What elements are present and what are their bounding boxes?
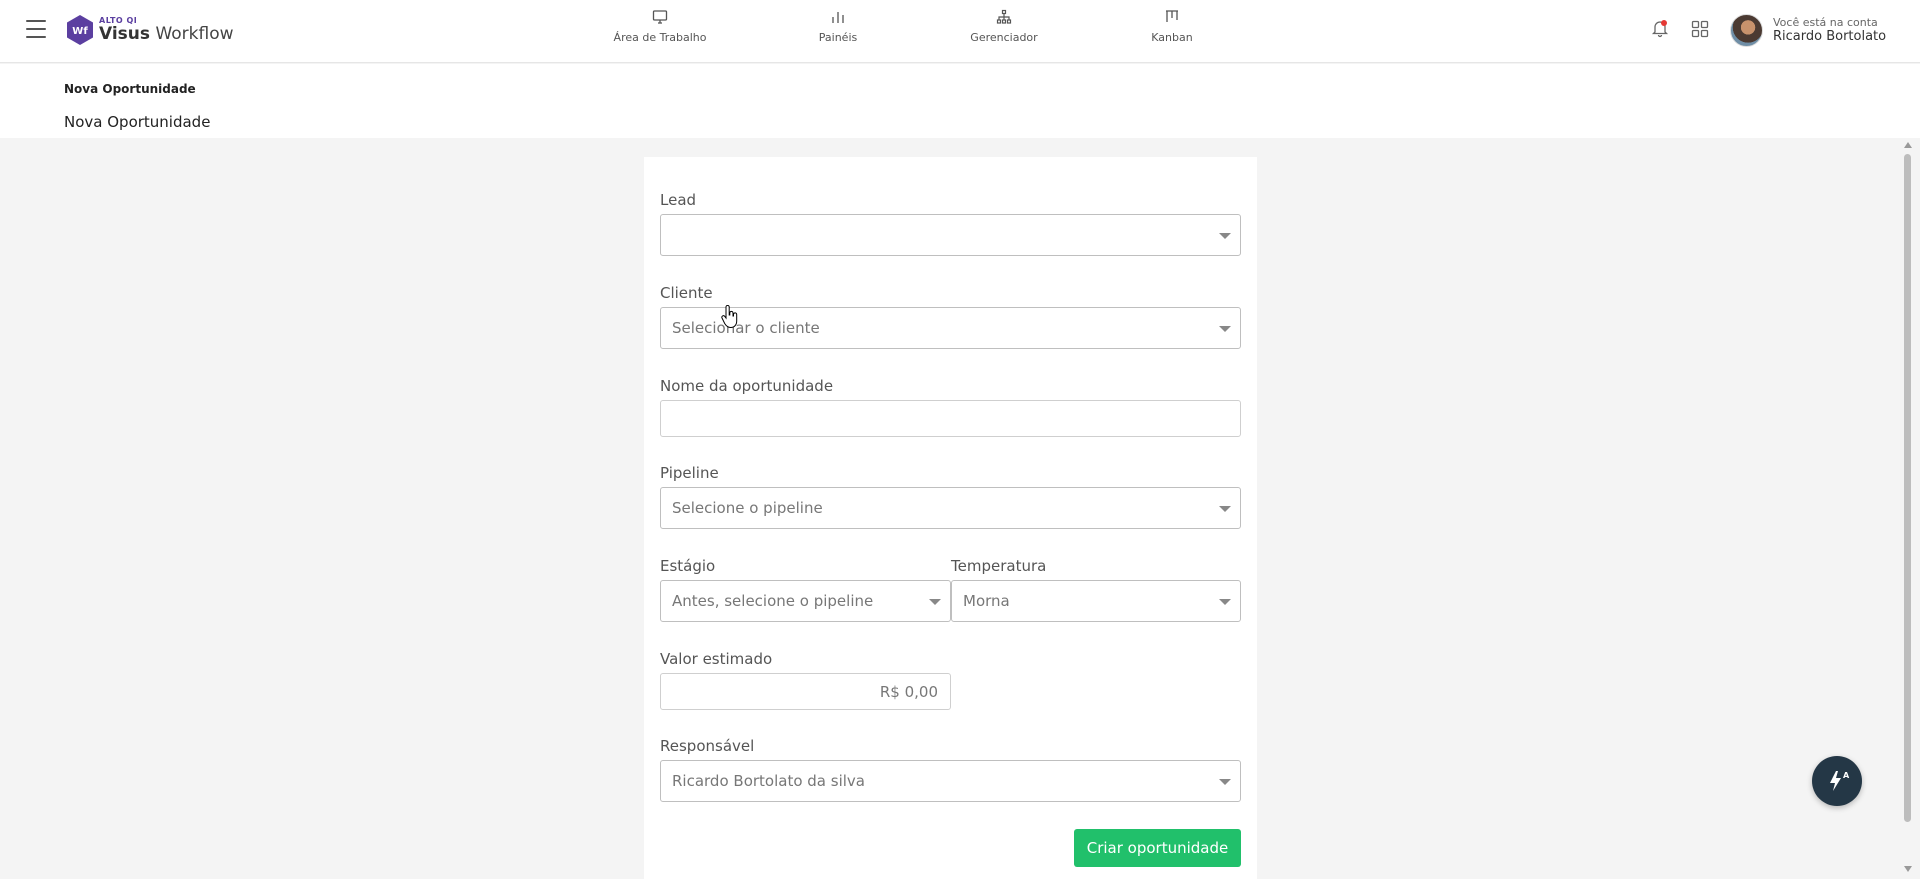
nav-area-de-trabalho[interactable]: Área de Trabalho [613, 6, 707, 56]
menu-icon[interactable] [26, 20, 46, 38]
valor-estimado-input[interactable]: R$ 0,00 [660, 673, 951, 710]
temperatura-label: Temperatura [951, 557, 1047, 575]
chevron-down-icon [1219, 599, 1231, 605]
nome-oportunidade-input[interactable] [660, 400, 1241, 437]
avatar [1730, 14, 1763, 47]
scroll-up-arrow-icon[interactable] [1904, 142, 1912, 148]
grid-icon [1691, 20, 1709, 38]
cliente-label: Cliente [660, 284, 713, 302]
brand-name: Visus Workflow [99, 24, 234, 44]
lightning-icon: A [1830, 771, 1850, 791]
page-header [0, 64, 1920, 138]
temperatura-select[interactable]: Morna [951, 580, 1241, 622]
chevron-down-icon [1219, 779, 1231, 785]
responsavel-label: Responsável [660, 737, 755, 755]
lead-label: Lead [660, 191, 697, 209]
app-logo[interactable]: Wf ALTO QI Visus Workflow [66, 15, 234, 45]
criar-oportunidade-button[interactable]: Criar oportunidade [1074, 829, 1241, 867]
nav-paineis[interactable]: Painéis [818, 6, 858, 56]
notifications-button[interactable] [1651, 18, 1669, 42]
chevron-down-icon [1219, 233, 1231, 239]
responsavel-select[interactable]: Ricardo Bortolato da silva [660, 760, 1241, 802]
chevron-down-icon [929, 599, 941, 605]
account-name: Ricardo Bortolato [1773, 29, 1887, 45]
apps-grid-button[interactable] [1691, 20, 1709, 42]
nav-gerenciador[interactable]: Gerenciador [970, 6, 1038, 56]
top-navbar [0, 0, 1920, 63]
chevron-down-icon [1219, 326, 1231, 332]
bar-chart-icon [830, 6, 846, 28]
bell-icon [1651, 20, 1669, 38]
nav-kanban[interactable]: Kanban [1151, 6, 1193, 56]
estagio-select[interactable]: Antes, selecione o pipeline [660, 580, 951, 622]
kanban-icon [1164, 6, 1180, 28]
hierarchy-icon [996, 6, 1012, 28]
pipeline-label: Pipeline [660, 464, 719, 482]
estagio-label: Estágio [660, 557, 716, 575]
nav-label: Kanban [1151, 31, 1193, 44]
valor-label: Valor estimado [660, 650, 773, 668]
svg-text:A: A [1843, 771, 1850, 780]
pipeline-select[interactable]: Selecione o pipeline [660, 487, 1241, 529]
monitor-icon [652, 6, 668, 28]
scrollbar-thumb[interactable] [1904, 154, 1911, 822]
cliente-select[interactable]: Selecionar o cliente [660, 307, 1241, 349]
assistant-fab-button[interactable]: A [1812, 756, 1862, 806]
nav-label: Gerenciador [970, 31, 1038, 44]
nav-label: Painéis [818, 31, 858, 44]
breadcrumb: Nova Oportunidade [64, 82, 196, 96]
scroll-down-arrow-icon[interactable] [1904, 866, 1912, 872]
account-caption: Você está na conta [1773, 15, 1878, 29]
page-title: Nova Oportunidade [64, 113, 211, 131]
svg-text:Wf: Wf [72, 26, 88, 37]
nome-label: Nome da oportunidade [660, 377, 834, 395]
hand-cursor-icon [721, 305, 738, 329]
account-menu[interactable]: Você está na conta Ricardo Bortolato [1730, 14, 1886, 47]
chevron-down-icon [1219, 506, 1231, 512]
logo-hexagon-icon: Wf [67, 15, 93, 45]
lead-select[interactable] [660, 214, 1241, 256]
nav-label: Área de Trabalho [613, 31, 707, 44]
